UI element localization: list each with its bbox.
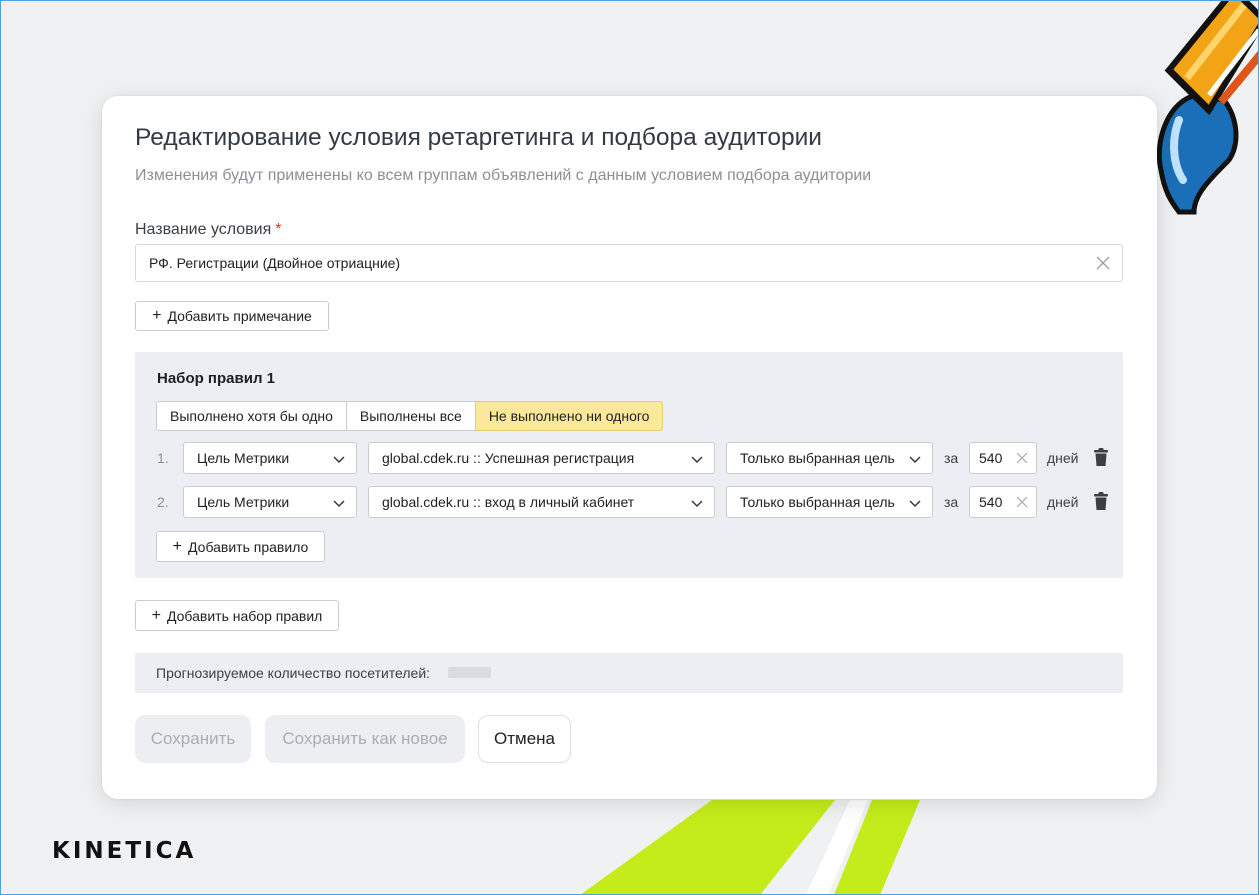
chevron-down-icon (909, 500, 921, 507)
rule-number: 1. (157, 450, 169, 466)
clear-days-icon[interactable] (1016, 496, 1028, 508)
add-note-label: Добавить примечание (167, 308, 312, 324)
period-prefix-label: за (944, 494, 959, 510)
goal-select[interactable]: global.cdek.ru :: вход в личный кабинет (368, 486, 715, 518)
save-button[interactable]: Сохранить (135, 715, 251, 763)
days-unit-label: дней (1047, 450, 1079, 466)
ruleset-mode-segmented-control: Выполнено хотя бы одно Выполнены все Не … (156, 401, 664, 431)
chevron-down-icon (909, 456, 921, 463)
forecast-label: Прогнозируемое количество посетителей: (156, 665, 431, 681)
required-mark: * (275, 221, 282, 238)
goal-scope-select[interactable]: Только выбранная цель (726, 486, 933, 518)
ruleset-title: Набор правил 1 (157, 370, 275, 387)
trash-icon[interactable] (1093, 492, 1109, 511)
rule-type-value: Цель Метрики (197, 494, 290, 510)
goal-scope-select[interactable]: Только выбранная цель (726, 442, 933, 474)
decorative-pen-illustration (1156, 0, 1259, 215)
audience-forecast: Прогнозируемое количество посетителей: (135, 653, 1123, 693)
add-ruleset-label: Добавить набор правил (167, 607, 323, 624)
mode-at-least-one[interactable]: Выполнено хотя бы одно (156, 401, 347, 431)
condition-name-input[interactable]: РФ. Регистрации (Двойное отриацние) (135, 244, 1123, 282)
period-prefix-label: за (944, 450, 959, 466)
cancel-button[interactable]: Отмена (478, 715, 571, 763)
add-note-button[interactable]: + Добавить примечание (135, 301, 329, 331)
chevron-down-icon (333, 500, 345, 507)
rule-type-value: Цель Метрики (197, 450, 290, 466)
edit-retargeting-dialog: Редактирование условия ретаргетинга и по… (102, 96, 1157, 799)
days-unit-label: дней (1047, 494, 1079, 510)
brand-logo: KINETICA (52, 838, 197, 864)
condition-name-label: Название условия * (135, 221, 282, 239)
chevron-down-icon (691, 500, 703, 507)
forecast-value-redacted (448, 667, 491, 678)
plus-icon: + (172, 537, 183, 555)
save-as-new-button[interactable]: Сохранить как новое (265, 715, 465, 763)
dialog-subtitle: Изменения будут применены ко всем группа… (135, 167, 872, 184)
mode-all[interactable]: Выполнены все (345, 401, 476, 431)
add-rule-label: Добавить правило (188, 538, 309, 555)
ruleset-panel: Набор правил 1 Выполнено хотя бы одно Вы… (135, 352, 1123, 578)
trash-icon[interactable] (1093, 448, 1109, 467)
goal-scope-value: Только выбранная цель (740, 450, 895, 466)
clear-days-icon[interactable] (1016, 452, 1028, 464)
add-rule-button[interactable]: + Добавить правило (156, 531, 325, 562)
rule-type-select[interactable]: Цель Метрики (183, 442, 357, 474)
rule-number: 2. (157, 494, 169, 510)
goal-value: global.cdek.ru :: вход в личный кабинет (382, 494, 635, 510)
condition-name-label-text: Название условия (135, 221, 272, 238)
rule-row: 1. Цель Метрики global.cdek.ru :: Успешн… (135, 442, 1123, 474)
goal-select[interactable]: global.cdek.ru :: Успешная регистрация (368, 442, 715, 474)
dialog-title: Редактирование условия ретаргетинга и по… (135, 124, 822, 151)
goal-value: global.cdek.ru :: Успешная регистрация (382, 450, 635, 466)
rule-row: 2. Цель Метрики global.cdek.ru :: вход в… (135, 486, 1123, 518)
plus-icon: + (151, 606, 161, 624)
mode-none[interactable]: Не выполнено ни одного (474, 401, 664, 431)
add-ruleset-button[interactable]: + Добавить набор правил (135, 600, 339, 631)
chevron-down-icon (691, 456, 703, 463)
chevron-down-icon (333, 456, 345, 463)
clear-input-icon[interactable] (1094, 254, 1112, 272)
goal-scope-value: Только выбранная цель (740, 494, 895, 510)
plus-icon: + (152, 307, 162, 324)
rule-type-select[interactable]: Цель Метрики (183, 486, 357, 518)
